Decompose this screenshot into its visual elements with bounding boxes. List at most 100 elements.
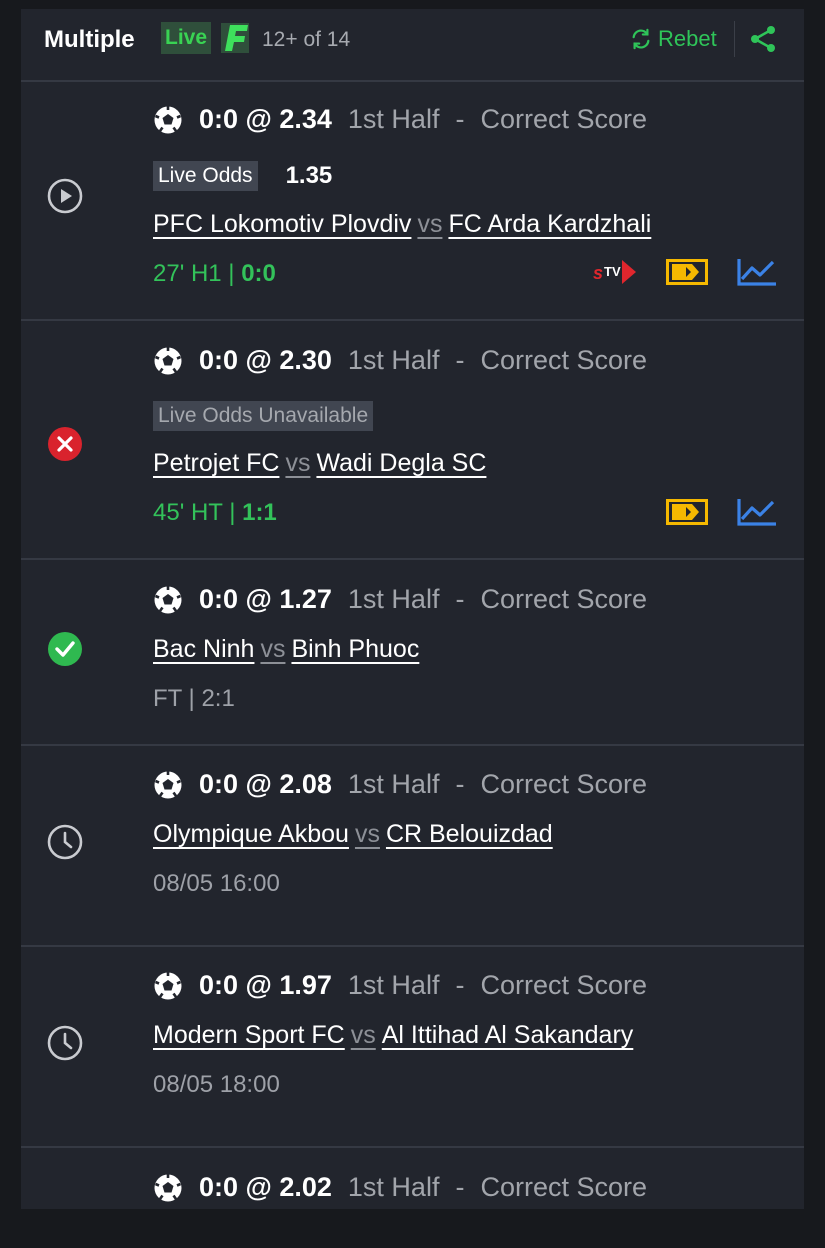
separator: - <box>455 970 465 1000</box>
away-team: CR Belouizdad <box>385 820 553 848</box>
away-team: Wadi Degla SC <box>316 449 487 477</box>
selection-line: 0:0 @ 1.97 1st Half - Correct Score <box>153 970 647 1001</box>
market-period: 1st Half <box>347 769 440 799</box>
svg-text:TV: TV <box>604 264 621 279</box>
stream-icon[interactable] <box>666 257 708 287</box>
live-status: 27' H1 | 0:0 <box>153 260 276 288</box>
market-name: Correct Score <box>480 970 648 1000</box>
market-period: 1st Half <box>347 104 440 134</box>
selection-odds: 0:0 @ 2.08 <box>199 769 332 799</box>
football-icon <box>154 771 182 798</box>
bet-leg: 0:0 @ 2.34 1st Half - Correct Score Live… <box>21 82 804 321</box>
match-link[interactable]: PFC Lokomotiv Plovdiv vs FC Arda Kardzhali <box>153 210 651 239</box>
status-pipe: | <box>229 499 236 526</box>
stats-icon[interactable] <box>736 257 778 287</box>
stv-icon[interactable]: s TV <box>592 257 638 287</box>
brand-f-logo <box>221 23 249 53</box>
market-period: 1st Half <box>347 1172 440 1202</box>
market-name: Correct Score <box>480 769 648 799</box>
match-link[interactable]: Modern Sport FC vs Al Ittihad Al Sakandary <box>153 1021 633 1050</box>
kickoff-time: 08/05 16:00 <box>153 870 280 897</box>
live-status: 45' HT | 1:1 <box>153 499 277 527</box>
football-icon <box>154 1174 182 1201</box>
vs-label: vs <box>354 820 380 848</box>
selection-odds: 0:0 @ 2.02 <box>199 1172 332 1202</box>
home-team: PFC Lokomotiv Plovdiv <box>153 210 412 238</box>
legs-count: 12+ of 14 <box>262 28 351 51</box>
svg-text:s: s <box>593 263 603 283</box>
football-icon <box>154 106 182 133</box>
vs-label: vs <box>350 1021 376 1049</box>
vs-label: vs <box>285 449 311 477</box>
match-link[interactable]: Olympique Akbou vs CR Belouizdad <box>153 820 553 849</box>
market-name: Correct Score <box>480 1172 648 1202</box>
live-odds-line: Live Odds Unavailable <box>153 401 374 431</box>
bet-leg: 0:0 @ 2.02 1st Half - Correct Score <box>21 1148 804 1248</box>
market-name: Correct Score <box>480 584 648 614</box>
rebet-button[interactable]: Rebet <box>630 23 717 55</box>
selection-odds: 0:0 @ 2.34 <box>199 104 332 134</box>
final-result: FT | 2:1 <box>153 685 235 712</box>
live-badge: Live <box>161 22 212 54</box>
bet-leg: 0:0 @ 1.27 1st Half - Correct Score Bac … <box>21 560 804 746</box>
live-score: 0:0 <box>241 260 276 287</box>
bet-leg: 0:0 @ 1.97 1st Half - Correct Score Mode… <box>21 947 804 1148</box>
separator: - <box>455 769 465 799</box>
won-icon <box>48 632 82 666</box>
selection-line: 0:0 @ 2.02 1st Half - Correct Score <box>153 1172 647 1203</box>
refresh-icon <box>632 28 650 50</box>
selection-line: 0:0 @ 2.08 1st Half - Correct Score <box>153 769 647 800</box>
share-icon[interactable] <box>748 24 778 54</box>
stream-icon[interactable] <box>666 497 708 527</box>
live-odds-badge: Live Odds <box>153 161 258 191</box>
selection-odds: 0:0 @ 1.97 <box>199 970 332 1000</box>
market-period: 1st Half <box>347 584 440 614</box>
live-score: 1:1 <box>242 499 277 526</box>
market-name: Correct Score <box>480 345 648 375</box>
clock-icon <box>47 1025 83 1061</box>
bet-header: Multiple Live 12+ of 14 Rebet <box>21 9 804 82</box>
header-divider <box>734 21 735 57</box>
market-period: 1st Half <box>347 970 440 1000</box>
home-team: Modern Sport FC <box>153 1021 345 1049</box>
home-team: Bac Ninh <box>153 635 255 663</box>
away-team: Al Ittihad Al Sakandary <box>381 1021 634 1049</box>
live-odds-value: 1.35 <box>285 162 333 189</box>
away-team: Binh Phuoc <box>291 635 420 663</box>
vs-label: vs <box>260 635 286 663</box>
selection-line: 0:0 @ 1.27 1st Half - Correct Score <box>153 584 647 615</box>
media-icons: s TV <box>564 257 778 287</box>
match-time: 27' H1 <box>153 260 222 287</box>
match-link[interactable]: Bac Ninh vs Binh Phuoc <box>153 635 419 664</box>
stats-icon[interactable] <box>736 497 778 527</box>
football-icon <box>154 347 182 374</box>
match-time: 45' HT <box>153 499 223 526</box>
home-team: Olympique Akbou <box>153 820 349 848</box>
separator: - <box>455 104 465 134</box>
kickoff-time: 08/05 18:00 <box>153 1071 280 1098</box>
play-icon <box>47 178 83 214</box>
football-icon <box>154 972 182 999</box>
away-team: FC Arda Kardzhali <box>448 210 652 238</box>
separator: - <box>455 345 465 375</box>
rebet-label: Rebet <box>658 26 717 51</box>
bet-leg: 0:0 @ 2.08 1st Half - Correct Score Olym… <box>21 746 804 947</box>
home-team: Petrojet FC <box>153 449 280 477</box>
live-odds-unavailable-badge: Live Odds Unavailable <box>153 401 374 431</box>
selection-line: 0:0 @ 2.30 1st Half - Correct Score <box>153 345 647 376</box>
bet-panel: Multiple Live 12+ of 14 Rebet 0:0 @ 2.34… <box>21 9 804 1209</box>
vs-label: vs <box>417 210 443 238</box>
bet-leg: 0:0 @ 2.30 1st Half - Correct Score Live… <box>21 321 804 560</box>
live-odds-line: Live Odds 1.35 <box>153 161 332 191</box>
selection-odds: 0:0 @ 2.30 <box>199 345 332 375</box>
separator: - <box>455 1172 465 1202</box>
selection-odds: 0:0 @ 1.27 <box>199 584 332 614</box>
market-name: Correct Score <box>480 104 648 134</box>
status-pipe: | <box>228 260 235 287</box>
market-period: 1st Half <box>347 345 440 375</box>
media-icons <box>638 497 778 527</box>
match-link[interactable]: Petrojet FC vs Wadi Degla SC <box>153 449 486 478</box>
clock-icon <box>47 824 83 860</box>
lost-icon <box>48 427 82 461</box>
bet-type-title: Multiple <box>44 26 135 53</box>
